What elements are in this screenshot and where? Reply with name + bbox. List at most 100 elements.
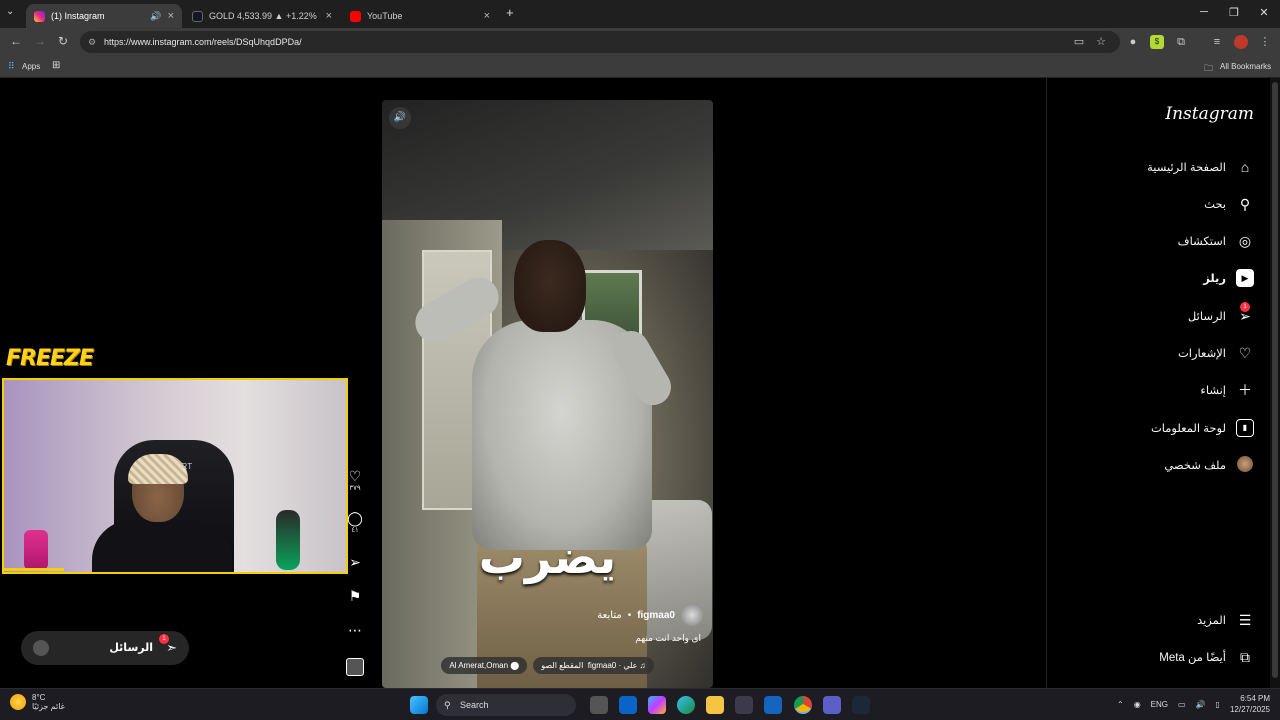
edge-icon[interactable] [677,696,695,714]
forward-icon[interactable]: → [34,34,46,48]
profile-avatar-icon [1236,456,1254,474]
copilot-icon[interactable] [648,696,666,714]
heart-icon: ♡ [1238,345,1252,361]
nav-dashboard[interactable]: ▮ لوحة المعلومات [1151,415,1254,441]
reel-meta: Al Amerat,Oman ⬤ المقطع الصو figmaa0 · ع… [382,657,713,674]
speaker-icon[interactable]: 🔊 [150,11,161,22]
nav-label: ملف شخصي [1164,460,1226,472]
nav-label: الرسائل [1187,311,1226,323]
tab-gold[interactable]: GOLD 4,533.99 ▲ +1.22% Unn × [184,4,340,28]
cast-icon[interactable]: ▭ [1072,35,1086,49]
all-bookmarks[interactable]: All Bookmarks [1220,62,1271,71]
nav-more[interactable]: ☰ المزيد [1197,607,1254,633]
nav-profile[interactable]: ملف شخصي [1164,452,1254,478]
battery-icon[interactable]: ▯ [1216,700,1220,709]
scrollbar-thumb[interactable] [1272,82,1278,678]
tab-groups-icon[interactable]: ≡ [1210,35,1224,49]
profile-icon[interactable] [1234,35,1248,49]
nav-label: إنشاء [1200,385,1226,397]
security-icon[interactable] [764,696,782,714]
nav-create[interactable]: ＋ إنشاء [1200,377,1254,403]
weather-text: غائم جزئيًا [32,702,65,711]
reel-author: متابعة • figmaa0 [597,604,703,626]
tab-instagram[interactable]: (1) Instagram 🔊 × [26,4,182,28]
nav-home[interactable]: ⌂ الصفحة الرئيسية [1147,154,1254,180]
heart-icon: ♡ [348,468,362,484]
plus-icon: ＋ [1238,382,1252,398]
webcam-scene [276,510,300,570]
nav-also-from-meta[interactable]: ⧉ أيضًا من Meta [1159,644,1254,670]
steam-icon[interactable] [852,696,870,714]
file-explorer-icon[interactable] [706,696,724,714]
minimize-icon[interactable]: ─ [1194,6,1214,18]
new-tab-icon[interactable]: + [506,5,514,20]
reel-video[interactable]: 🔊 يضرب متابعة • figmaa0 اى واحد انت منهم… [382,100,713,688]
chrome-icon[interactable] [794,696,812,714]
menu-icon[interactable]: ⋮ [1258,35,1272,49]
task-view-icon[interactable] [590,696,608,714]
nav-search[interactable]: ⚲ بحث [1204,191,1254,217]
language-indicator[interactable]: ENG [1151,700,1168,709]
extensions-icon[interactable]: ⧉ [1174,35,1188,49]
tab-youtube[interactable]: YouTube × [342,4,498,28]
audio-chip[interactable]: المقطع الصو figmaa0 · علي ♫ [533,657,654,674]
apps-icon[interactable]: ⠿ [8,61,15,72]
music-note-icon: ♫ [639,661,646,670]
nav-notifications[interactable]: ♡ الإشعارات [1178,340,1254,366]
taskbar-search[interactable]: ⚲ Search [436,694,576,716]
restore-icon[interactable]: ❐ [1224,6,1244,19]
tab-title: GOLD 4,533.99 ▲ +1.22% Unn [209,11,320,21]
dashboard-icon: ▮ [1236,419,1254,437]
video-scene [514,240,586,332]
messages-pill[interactable]: الرسائل ➣ 1 [21,631,189,665]
nav-reels[interactable]: ▶ ريلز [1203,265,1254,291]
like-button[interactable]: ♡ ٣٧٩ [346,468,364,492]
close-tab-icon[interactable]: × [484,10,490,22]
start-icon[interactable] [410,696,428,714]
teams-icon[interactable] [823,696,841,714]
location-pin-icon: ⬤ [510,661,520,670]
search-label: Search [460,700,489,710]
store-icon[interactable] [735,696,753,714]
network-icon[interactable]: ▭ [1178,700,1186,709]
apps-bookmark[interactable]: Apps [22,62,40,71]
save-button[interactable]: ⚑ [346,588,364,604]
author-avatar[interactable] [681,604,703,626]
more-options-button[interactable]: ⋯ [346,622,364,638]
reload-icon[interactable]: ↻ [58,34,68,48]
url-text: https://www.instagram.com/reels/DSqUhqdD… [104,37,302,47]
audio-text: figmaa0 · علي [587,661,638,670]
extension-circle-icon[interactable]: ● [1126,35,1140,49]
close-window-icon[interactable]: ✕ [1254,6,1274,19]
nav-label: لوحة المعلومات [1150,423,1226,435]
page-scrollbar[interactable] [1270,78,1280,688]
chevron-up-icon[interactable]: ⌃ [1117,700,1124,709]
nav-explore[interactable]: ◎ استكشاف [1178,228,1254,254]
back-icon[interactable]: ← [10,34,22,48]
outlook-icon[interactable] [619,696,637,714]
audio-thumbnail[interactable] [346,658,364,676]
mute-toggle-icon[interactable]: 🔊 [389,107,411,129]
share-button[interactable]: ➢ [346,554,364,570]
grid-icon[interactable]: ⊞ [52,60,60,71]
bookmark-icon: ⚑ [348,588,362,604]
bookmark-star-icon[interactable]: ☆ [1094,35,1108,49]
tab-search-icon[interactable]: ⌄ [6,6,14,17]
volume-icon[interactable]: 🔊 [1196,700,1206,709]
reel-username[interactable]: figmaa0 [637,610,675,621]
weather-widget[interactable]: 8°C غائم جزئيًا [10,693,65,711]
extension-green-icon[interactable]: $ [1150,35,1164,49]
comment-icon: ◯ [347,510,363,526]
close-tab-icon[interactable]: × [326,10,332,22]
nav-messages[interactable]: ➢ 1 الرسائل [1187,302,1254,329]
clock[interactable]: 6:54 PM 12/27/2025 [1230,693,1270,715]
address-bar[interactable]: ⚙ https://www.instagram.com/reels/DSqUhq… [80,31,1120,53]
nav-label: استكشاف [1177,236,1226,248]
discord-icon[interactable]: ◉ [1134,700,1141,709]
location-chip[interactable]: Al Amerat,Oman ⬤ [441,657,528,674]
follow-button[interactable]: متابعة [597,610,621,621]
site-info-icon[interactable]: ⚙ [88,31,96,53]
close-tab-icon[interactable]: × [168,10,174,22]
comment-button[interactable]: ◯ ٤١ [346,510,364,534]
instagram-logo[interactable]: Instagram [1165,104,1254,124]
